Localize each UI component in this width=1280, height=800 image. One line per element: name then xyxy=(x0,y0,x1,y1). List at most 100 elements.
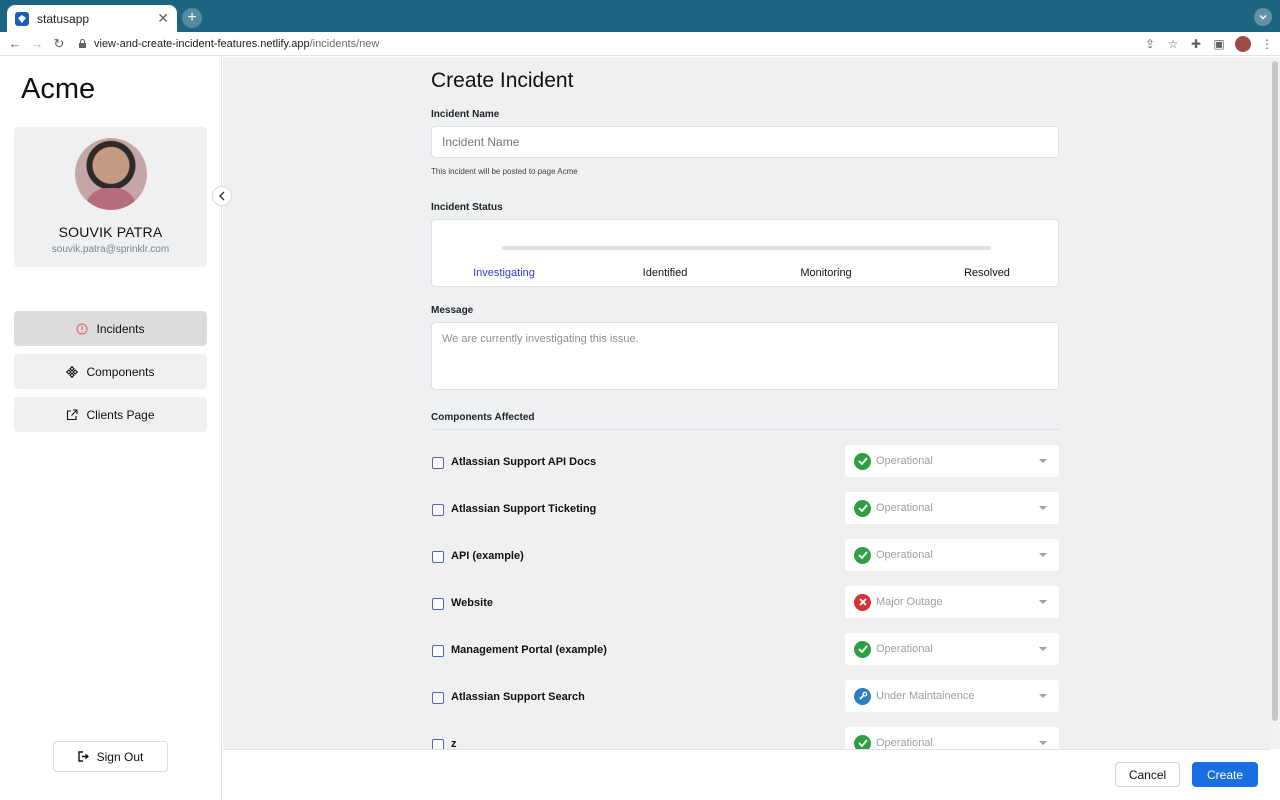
profile-card: SOUVIK PATRA souvik.patra@sprinklr.com xyxy=(14,127,207,267)
message-textarea[interactable]: We are currently investigating this issu… xyxy=(431,322,1059,390)
chevron-down-icon xyxy=(1039,553,1047,557)
chevron-down-icon xyxy=(1259,15,1267,20)
check-circle-icon xyxy=(854,640,871,658)
sidebar-item-incidents[interactable]: Incidents xyxy=(14,311,207,346)
component-checkbox[interactable] xyxy=(432,551,444,563)
extensions-icon[interactable]: ✚ xyxy=(1189,37,1203,51)
sidebar-item-label: Clients Page xyxy=(86,407,155,422)
external-link-icon xyxy=(66,408,79,421)
component-name: z xyxy=(451,738,457,749)
share-icon[interactable]: ⇪ xyxy=(1143,37,1157,51)
component-status-value: Operational xyxy=(876,455,933,467)
main-content: Create Incident Incident Name This incid… xyxy=(223,57,1270,749)
scrollbar[interactable] xyxy=(1270,57,1280,749)
list-item: Atlassian Support Ticketing Operational xyxy=(431,492,1059,524)
component-status-value: Under Maintainence xyxy=(876,690,975,702)
component-status-select[interactable]: Operational xyxy=(845,539,1059,571)
check-circle-icon xyxy=(854,734,871,749)
component-checkbox[interactable] xyxy=(432,739,444,749)
tab-close-icon[interactable]: ✕ xyxy=(157,10,169,27)
component-name: Atlassian Support Search xyxy=(451,691,585,703)
scrollbar-thumb[interactable] xyxy=(1272,61,1278,721)
status-track xyxy=(502,246,991,250)
wrench-icon xyxy=(854,687,871,705)
component-status-value: Operational xyxy=(876,643,933,655)
component-status-select[interactable]: Operational xyxy=(845,727,1059,749)
check-circle-icon xyxy=(854,452,871,470)
status-step-identified[interactable]: Identified xyxy=(643,267,688,279)
incident-name-hint: This incident will be posted to page Acm… xyxy=(431,167,578,176)
check-circle-icon xyxy=(854,546,871,564)
more-menu-icon[interactable]: ⋮ xyxy=(1260,37,1274,51)
sidebar-item-clients-page[interactable]: Clients Page xyxy=(14,397,207,432)
component-checkbox[interactable] xyxy=(432,692,444,704)
chevron-down-icon xyxy=(1039,741,1047,745)
brand-logo: Acme xyxy=(21,73,96,105)
list-item: API (example) Operational xyxy=(431,539,1059,571)
incident-name-label: Incident Name xyxy=(431,109,500,120)
sidebar-item-components[interactable]: Components xyxy=(14,354,207,389)
status-step-resolved[interactable]: Resolved xyxy=(964,267,1010,279)
check-circle-icon xyxy=(854,499,871,517)
url-host: view-and-create-incident-features.netlif… xyxy=(94,37,310,50)
list-item: Atlassian Support API Docs Operational xyxy=(431,445,1059,477)
incident-name-input[interactable] xyxy=(431,126,1059,158)
forward-icon[interactable]: → xyxy=(26,36,48,51)
url-field[interactable]: view-and-create-incident-features.netlif… xyxy=(78,38,379,50)
component-status-value: Major Outage xyxy=(876,596,943,608)
component-status-value: Operational xyxy=(876,737,933,749)
reload-icon[interactable]: ↻ xyxy=(48,36,70,52)
list-item: z Operational xyxy=(431,727,1059,749)
component-name: API (example) xyxy=(451,550,524,562)
chevron-down-icon xyxy=(1039,647,1047,651)
component-checkbox[interactable] xyxy=(432,457,444,469)
component-status-select[interactable]: Operational xyxy=(845,445,1059,477)
browser-tab-bar: statusapp ✕ + xyxy=(0,0,1280,32)
sidebar-item-label: Incidents xyxy=(96,321,145,336)
back-icon[interactable]: ← xyxy=(4,36,26,51)
tab-title: statusapp xyxy=(37,11,90,26)
status-step-monitoring[interactable]: Monitoring xyxy=(800,267,851,279)
sidebar: Acme SOUVIK PATRA souvik.patra@sprinklr.… xyxy=(0,57,222,800)
create-button[interactable]: Create xyxy=(1192,762,1258,787)
list-item: Atlassian Support Search Under Maintaine… xyxy=(431,680,1059,712)
component-name: Website xyxy=(451,597,493,609)
browser-tab[interactable]: statusapp ✕ xyxy=(7,5,177,32)
cancel-button[interactable]: Cancel xyxy=(1115,762,1180,787)
form-footer: Cancel Create xyxy=(223,749,1270,800)
chevron-down-icon xyxy=(1039,459,1047,463)
status-step-investigating[interactable]: Investigating xyxy=(473,267,535,279)
component-status-select[interactable]: Operational xyxy=(845,633,1059,665)
sign-out-button[interactable]: Sign Out xyxy=(53,741,168,772)
component-status-value: Operational xyxy=(876,502,933,514)
incident-status-label: Incident Status xyxy=(431,202,503,213)
collapse-sidebar-button[interactable] xyxy=(212,186,232,206)
info-circle-icon xyxy=(76,323,88,335)
component-status-select[interactable]: Major Outage xyxy=(845,586,1059,618)
incident-status-stepper: Investigating Identified Monitoring Reso… xyxy=(431,219,1059,287)
component-checkbox[interactable] xyxy=(432,504,444,516)
sign-out-label: Sign Out xyxy=(96,749,144,764)
favicon-icon xyxy=(15,11,29,26)
user-email: souvik.patra@sprinklr.com xyxy=(51,244,170,255)
new-tab-button[interactable]: + xyxy=(182,8,202,28)
tab-search-button[interactable] xyxy=(1254,8,1272,26)
sign-out-icon xyxy=(77,751,89,762)
component-status-select[interactable]: Under Maintainence xyxy=(845,680,1059,712)
profile-avatar-icon[interactable] xyxy=(1235,36,1251,52)
chevron-left-icon xyxy=(219,191,225,201)
sidebar-item-label: Components xyxy=(86,364,155,379)
component-status-select[interactable]: Operational xyxy=(845,492,1059,524)
lock-icon xyxy=(79,39,86,48)
star-icon[interactable]: ☆ xyxy=(1166,37,1180,51)
component-checkbox[interactable] xyxy=(432,645,444,657)
chevron-down-icon xyxy=(1039,694,1047,698)
url-path: /incidents/new xyxy=(309,37,380,50)
components-icon xyxy=(66,365,79,378)
list-item: Management Portal (example) Operational xyxy=(431,633,1059,665)
list-item: Website Major Outage xyxy=(431,586,1059,618)
component-checkbox[interactable] xyxy=(432,598,444,610)
side-panel-icon[interactable]: ▣ xyxy=(1212,37,1226,51)
page-title: Create Incident xyxy=(431,69,574,92)
chevron-down-icon xyxy=(1039,506,1047,510)
